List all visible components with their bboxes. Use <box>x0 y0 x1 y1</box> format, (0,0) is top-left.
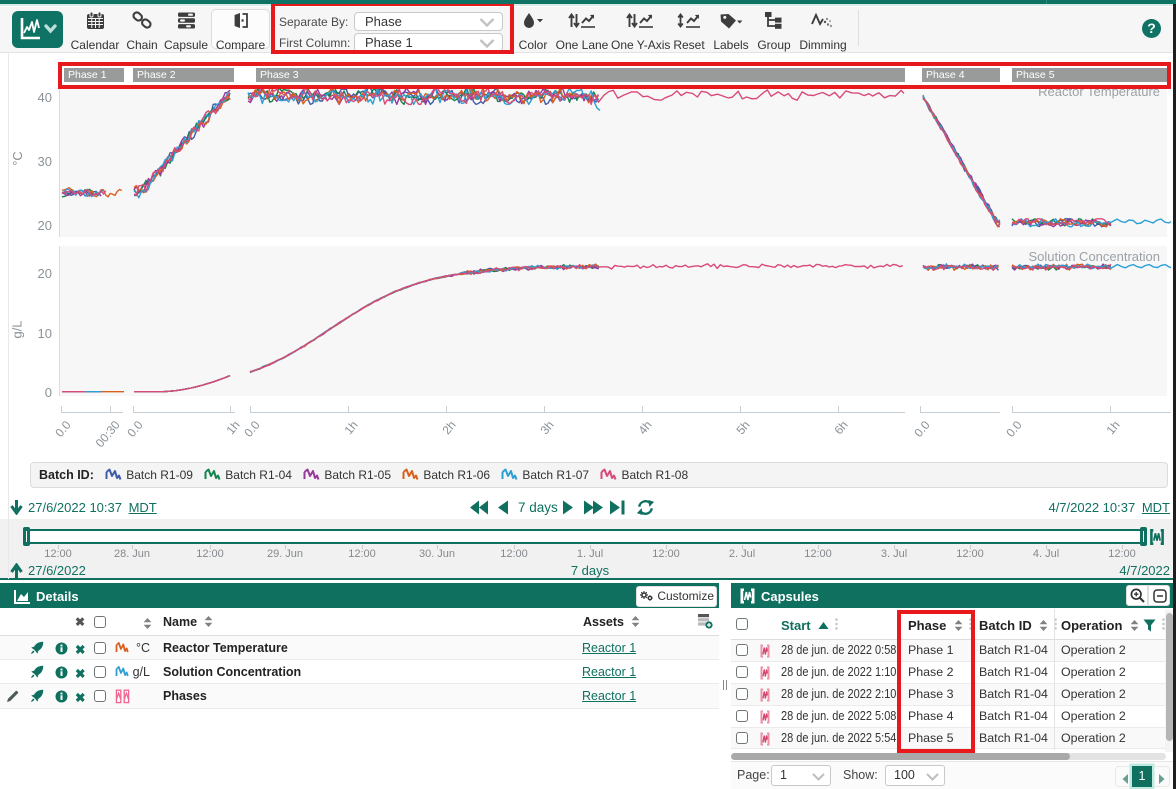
svg-text:7 days: 7 days <box>518 500 558 515</box>
